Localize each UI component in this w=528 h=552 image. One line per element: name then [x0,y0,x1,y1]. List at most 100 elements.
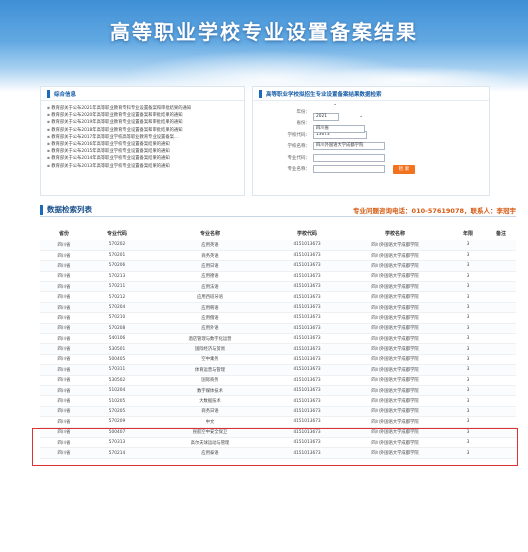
search-button[interactable]: 检 索 [393,164,415,174]
table-row: 四川省 530502 国际商务 4151013673 四川外国语大学成都学院 3 [40,375,516,386]
cell-major-code: 570206 [88,260,146,272]
cell-major-code: 570213 [108,273,126,279]
news-link[interactable]: 教育部关于公布2013年高等职业学校专业设置备案结果的通知 [47,163,238,170]
results-table: 省份 专业代码 专业名称 学校代码 学校名称 年限 备注 四川省 570202 应用英语 4151… [40,226,516,459]
cell-major-code: 570212 [108,294,126,300]
cell-years: 3 [466,377,470,383]
major-code-input[interactable] [313,153,385,162]
cell-school-name: 四川外国语大学成都学院 [340,260,450,272]
major-name-row: 专业名称： 检 索 [253,164,489,176]
cell-major-code: 570209 [108,419,126,425]
cell-years: 3 [450,323,486,334]
cell-remark [486,417,516,427]
province-select[interactable]: 四川省 ⌄ [313,114,365,133]
cell-province: 四川省 [40,260,88,272]
section-bar-icon [40,204,43,215]
major-code-label: 专业代码： [287,155,311,161]
cell-years: 3 [466,253,470,259]
cell-school-name: 四川外国语大学成都学院 [340,385,450,396]
cell-remark [486,271,516,281]
cell-school-code: 4151013673 [274,260,340,272]
cell-school-code: 4151013673 [293,377,321,383]
section-bar-icon [47,89,50,98]
cell-school-code: 4151013673 [293,315,321,321]
news-link[interactable]: 教育部关于公布2020年高等职业教育专业设置备案和审批结果的通知 [47,112,238,119]
cell-school-code: 4151013673 [293,273,321,279]
cell-remark [486,292,516,302]
cell-province: 四川省 [57,378,71,384]
news-link[interactable]: 教育部关于公布2021年高等职业教育专科专业设置备案和审批结果的通知 [47,105,238,112]
column-header: 年限 [462,230,473,237]
news-panel: 综合信息 教育部关于公布2021年高等职业教育专科专业设置备案和审批结果的通知 … [40,86,245,196]
cell-years: 3 [466,294,470,300]
table-row: 四川省 570208 应用外语 4151013673 四川外国语大学成都学院 3 [40,323,516,334]
cell-school-code: 4151013673 [274,343,340,355]
cell-school-name: 四川外国语大学成都学院 [371,253,419,259]
cell-school-name: 四川外国语大学成都学院 [371,315,419,321]
cell-major-code: 570311 [88,364,146,376]
school-code-label: 学校代码： [287,132,311,138]
cell-school-code: 4151013673 [293,253,321,259]
cell-years: 3 [450,302,486,313]
table-body: 四川省 570202 应用英语 4151013673 四川外国语大学成都学院 3 四川省 57… [40,240,516,459]
cell-major-name: 应用法语 [146,281,274,292]
cell-major-name: 应用日语 [146,260,274,272]
cell-years: 3 [450,385,486,396]
cell-major-code: 570211 [88,281,146,292]
news-link[interactable]: 教育部关于公布2019年高等职业教育专业设置备案和审批结果的通知 [47,119,238,126]
cell-school-code: 4151013673 [293,294,321,300]
school-name-input[interactable]: 四川外国语大学成都学院 [313,142,385,151]
news-link[interactable]: 教育部关于公布2015年高等职业学校专业设置备案结果的通知 [47,148,238,155]
cell-years: 3 [466,315,470,321]
search-panel: 高等职业学校拟招生专业设置备案结果数据检索 年份： 2021 ⌄ 省份： 四川省… [252,86,490,196]
cell-major-name: 体育运营与管理 [146,364,274,376]
cell-remark [486,240,516,251]
cell-major-code: 510204 [88,385,146,396]
cell-school-code: 4151013673 [293,336,321,342]
cell-remark [486,385,516,396]
cell-major-name: 应用西班牙语 [197,295,223,301]
cell-remark [486,354,516,364]
table-row: 四川省 570210 应用俄语 4151013673 四川外国语大学成都学院 3 [40,313,516,324]
column-header: 专业名称 [199,230,220,237]
cell-school-name: 四川外国语大学成都学院 [340,240,450,251]
cell-major-code: 570204 [88,302,146,313]
cell-school-name: 四川外国语大学成都学院 [371,336,419,342]
school-code-row: 学校代码： 13673 [253,129,489,141]
cell-province: 四川省 [57,295,71,301]
cell-major-code: 570205 [88,406,146,417]
cell-school-name: 四川外国语大学成都学院 [371,399,419,405]
chevron-down-icon: ⌄ [359,113,363,119]
cell-major-name: 应用英语 [146,240,274,251]
news-link[interactable]: 教育部关于公布2016年高等职业学校专业设置备案结果的通知 [47,141,238,148]
cell-remark [486,313,516,323]
cell-remark [486,323,516,334]
cell-major-name: 商务英语 [201,253,219,259]
search-form: 年份： 2021 ⌄ 省份： 四川省 ⌄ 学校代码： 13673 学校名称： 四… [253,101,489,175]
cell-remark [486,302,516,313]
cell-major-name: 国际经济与贸易 [146,343,274,355]
cell-province: 四川省 [40,323,88,334]
cell-remark [486,396,516,406]
header-banner: 高等职业学校专业设置备案结果 [0,0,528,92]
news-list: 教育部关于公布2021年高等职业教育专科专业设置备案和审批结果的通知 教育部关于… [41,101,244,174]
major-name-input[interactable] [313,165,385,174]
news-link[interactable]: 教育部关于公布2017年高等职业学校高等职业教育专业设置备案... [47,134,238,141]
table-row: 四川省 540106 酒店管理与数字化运营 4151013673 四川外国语大学成都学院… [40,334,516,344]
cell-major-name: 应用韩语 [146,302,274,313]
cell-province: 四川省 [40,302,88,313]
cell-school-code: 4151013673 [274,240,340,251]
table-row: 四川省 500405 空中乘务 4151013673 四川外国语大学成都学院 3 [40,354,516,365]
cell-major-name: 酒店管理与数字化运营 [188,336,232,342]
cell-major-code: 570208 [88,323,146,334]
province-label: 省份： [296,121,311,127]
cell-major-name: 应用外语 [146,323,274,334]
news-link[interactable]: 教育部关于公布2014年高等职业学校专业设置备案结果的通知 [47,155,238,162]
cell-province: 四川省 [57,253,71,259]
news-link[interactable]: 教育部关于公布2018年高等职业教育专业设置备案和审批结果的通知 [47,127,238,134]
table-row: 四川省 530501 国际经济与贸易 4151013673 四川外国语大学成都学院 3 [40,343,516,355]
cell-remark [486,260,516,272]
cell-school-name: 四川外国语大学成都学院 [340,406,450,417]
major-name-label: 专业名称： [287,167,311,173]
list-header: 数据检索列表 专业问题咨询电话：010-57619078，联系人：李冠宇 [40,203,516,217]
